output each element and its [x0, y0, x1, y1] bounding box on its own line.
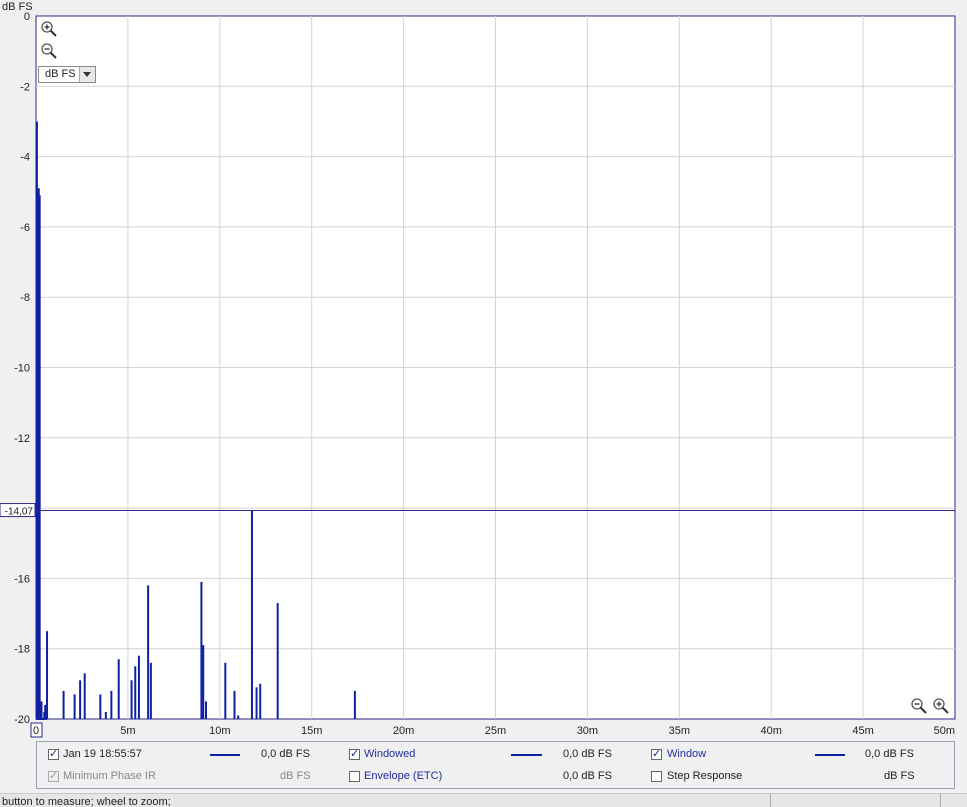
unit-select-value: dB FS	[45, 68, 76, 80]
legend-swatch-window	[815, 754, 845, 756]
cursor-value-label: -14,07	[5, 507, 34, 518]
y-tick-label: -16	[14, 573, 30, 585]
legend-checkbox-min-phase[interactable]	[48, 769, 59, 782]
legend-checkbox-windowed[interactable]	[349, 747, 360, 760]
y-tick-label: -12	[14, 433, 30, 445]
legend-label-step: Step Response	[667, 770, 743, 782]
y-tick-label: -18	[14, 644, 30, 656]
chevron-down-icon[interactable]	[79, 67, 95, 82]
legend-label-envelope: Envelope (ETC)	[364, 770, 443, 782]
x-tick-label: 40m	[760, 725, 781, 737]
legend-value-measurement: 0,0 dB FS	[261, 748, 310, 760]
y-tick-label: -10	[14, 363, 30, 375]
legend-checkbox-window[interactable]	[651, 747, 662, 760]
legend-label-measurement: Jan 19 18:55:57	[63, 748, 142, 760]
zoom-in-icon[interactable]	[40, 20, 58, 38]
unit-select[interactable]: dB FS	[38, 66, 96, 83]
y-axis-label: dB FS	[2, 1, 33, 13]
y-tick-label: -6	[20, 222, 30, 234]
legend-value-step: dB FS	[884, 770, 915, 782]
x-tick-label: 20m	[393, 725, 414, 737]
y-tick-label: -20	[14, 714, 30, 726]
legend-value-min-phase: dB FS	[280, 770, 311, 782]
legend-checkbox-envelope[interactable]	[349, 771, 360, 782]
x-tick-label: 15m	[301, 725, 322, 737]
y-tick-label: -2	[20, 81, 30, 93]
y-tick-label: -8	[20, 292, 30, 304]
legend-swatch-measurement	[210, 754, 240, 756]
legend-swatch-windowed	[511, 754, 542, 756]
zoom-out-icon[interactable]	[910, 697, 928, 715]
legend-value-envelope: 0,0 dB FS	[563, 770, 612, 782]
x-tick-label: 10m	[209, 725, 230, 737]
status-text: button to measure; wheel to zoom;	[2, 796, 171, 807]
legend-checkbox-measurement[interactable]	[48, 747, 59, 760]
y-tick-label: -4	[20, 152, 30, 164]
x-tick-label: 50m	[934, 725, 955, 737]
legend-panel: Jan 19 18:55:57 0,0 dB FS Windowed 0,0 d…	[36, 741, 955, 789]
x-tick-label: 0	[33, 725, 39, 737]
legend-label-window: Window	[667, 748, 707, 760]
legend-checkbox-step[interactable]	[651, 771, 662, 782]
status-bar: button to measure; wheel to zoom;	[0, 793, 967, 807]
zoom-out-icon[interactable]	[40, 42, 58, 60]
x-tick-label: 45m	[852, 725, 873, 737]
x-tick-label: 25m	[485, 725, 506, 737]
legend-value-windowed: 0,0 dB FS	[563, 748, 612, 760]
x-tick-label: 5m	[120, 725, 135, 737]
x-tick-label: 35m	[669, 725, 690, 737]
legend-value-window: 0,0 dB FS	[865, 748, 914, 760]
legend-label-windowed: Windowed	[364, 748, 416, 760]
legend-label-min-phase: Minimum Phase IR	[63, 770, 156, 782]
chart[interactable]: 0-2-4-6-8-10-12-16-18-20 0 5m 10m 15m 20m 25m…	[0, 0, 967, 745]
zoom-in-icon[interactable]	[932, 697, 950, 715]
x-tick-label: 30m	[577, 725, 598, 737]
